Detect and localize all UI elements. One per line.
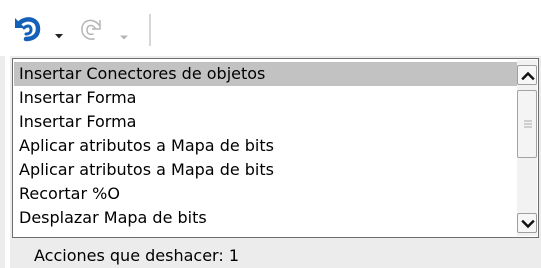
chevron-down-icon <box>120 35 128 40</box>
chevron-down-icon <box>55 34 63 39</box>
list-item[interactable]: Desplazar Mapa de bits <box>14 206 518 230</box>
list-item[interactable]: Aplicar atributos a Mapa de bits <box>14 158 518 182</box>
undo-actions-items: Insertar Conectores de objetos Insertar … <box>14 62 518 230</box>
chevron-down-icon <box>521 219 535 229</box>
list-item[interactable]: Insertar Forma <box>14 86 518 110</box>
toolbar-separator <box>149 14 151 46</box>
grip-icon <box>524 120 532 128</box>
undo-dropdown-panel: Insertar Conectores de objetos Insertar … <box>10 56 541 268</box>
chevron-up-icon <box>521 71 535 81</box>
scroll-up-button[interactable] <box>517 65 537 85</box>
list-item[interactable]: Aplicar atributos a Mapa de bits <box>14 134 518 158</box>
undo-actions-list: Insertar Conectores de objetos Insertar … <box>12 58 539 238</box>
undo-dropdown-arrow[interactable] <box>52 26 66 39</box>
undo-dropdown-window: Insertar Conectores de objetos Insertar … <box>0 0 541 268</box>
undo-icon <box>15 17 41 42</box>
redo-icon <box>81 19 101 40</box>
redo-dropdown-arrow[interactable] <box>118 27 130 40</box>
scroll-down-button[interactable] <box>517 213 537 233</box>
redo-button[interactable] <box>74 12 110 46</box>
undo-count-status: Acciones que deshacer: 1 <box>34 246 239 265</box>
scrollbar-thumb[interactable] <box>517 90 537 158</box>
toolbar <box>0 0 541 56</box>
undo-button[interactable] <box>10 12 46 46</box>
window-edge <box>0 56 5 268</box>
list-item[interactable]: Insertar Conectores de objetos <box>14 62 518 86</box>
list-item[interactable]: Recortar %O <box>14 182 518 206</box>
list-item[interactable]: Insertar Forma <box>14 110 518 134</box>
vertical-scrollbar[interactable] <box>517 60 537 236</box>
